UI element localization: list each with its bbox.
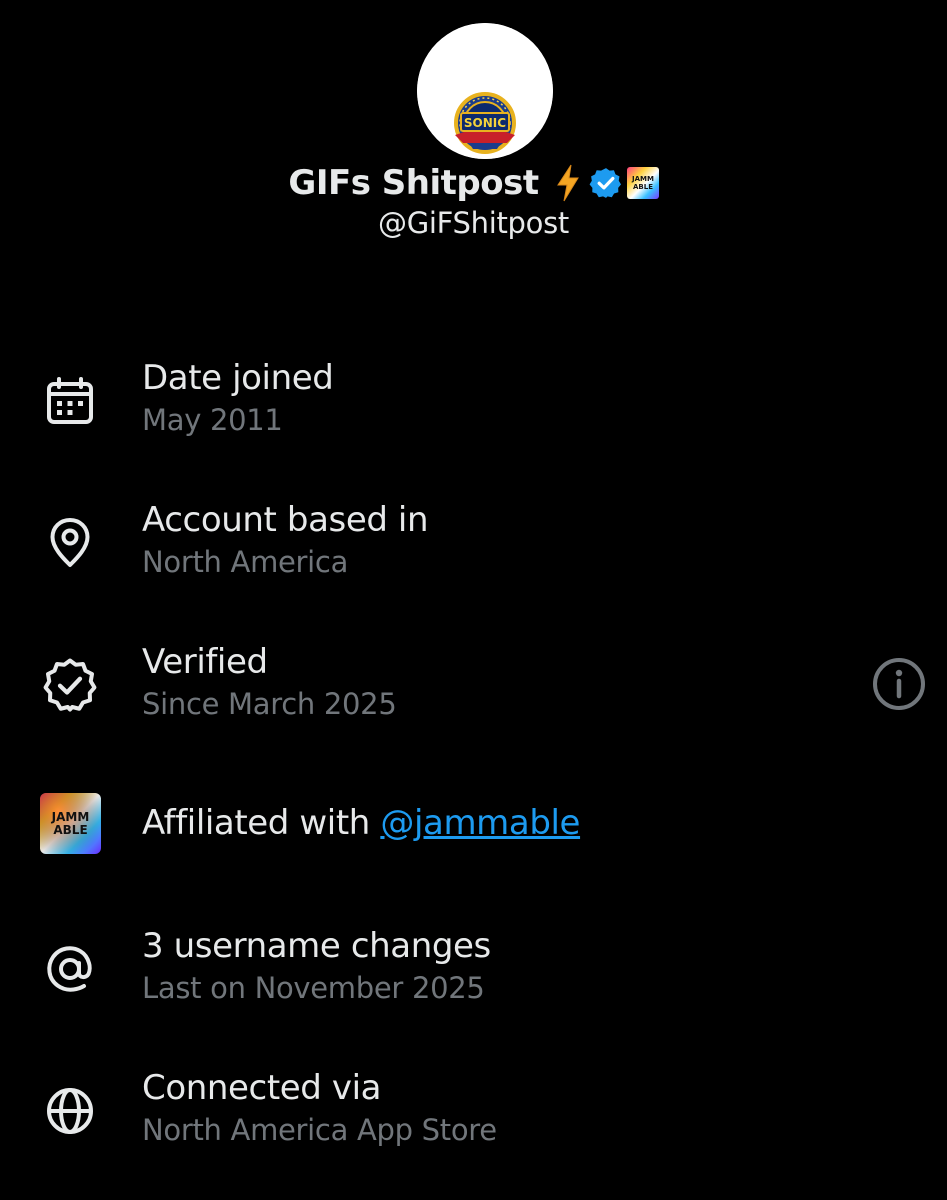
- affiliated-line: Affiliated with @jammable: [142, 802, 580, 844]
- connected-via-value: North America App Store: [142, 1113, 497, 1147]
- connected-via-text: Connected via North America App Store: [142, 1067, 497, 1151]
- globe-icon: [40, 1081, 100, 1141]
- info-row-verified: Verified Since March 2025: [0, 641, 947, 741]
- affiliated-text: Affiliated with @jammable: [142, 802, 580, 844]
- display-name: GIFs Shitpost: [288, 163, 539, 203]
- jammable-logo[interactable]: JAMM ABLE: [40, 793, 101, 854]
- verified-badge-icon[interactable]: [589, 166, 623, 200]
- location-pin-icon: [40, 513, 100, 573]
- info-row-affiliated: JAMM ABLE Affiliated with @jammable: [0, 790, 947, 890]
- info-row-connected-via: Connected via North America App Store: [0, 1067, 947, 1167]
- account-based-in-value: North America: [142, 545, 349, 579]
- name-badges: JAMM ABLE: [555, 164, 659, 202]
- lightning-icon: [555, 164, 581, 202]
- account-based-in-label: Account based in: [142, 500, 429, 540]
- verified-label: Verified: [142, 642, 268, 682]
- avatar[interactable]: SONIC: [417, 23, 553, 159]
- username-changes-text: 3 username changes Last on November 2025: [142, 925, 491, 1009]
- account-based-in-text: Account based in North America: [142, 499, 429, 583]
- jammable-affiliate-badge[interactable]: JAMM ABLE: [626, 167, 659, 199]
- svg-text:ABLE: ABLE: [633, 183, 653, 191]
- affiliated-account-link[interactable]: @jammable: [380, 803, 580, 843]
- handle: @GiFShitpost: [378, 206, 569, 240]
- affiliated-label: Affiliated with: [142, 803, 370, 843]
- info-row-date-joined: Date joined May 2011: [0, 357, 947, 457]
- avatar-logo-text: SONIC: [464, 116, 506, 130]
- info-row-username-changes: 3 username changes Last on November 2025: [0, 925, 947, 1025]
- calendar-icon: [40, 371, 100, 431]
- username-changes-label: 3 username changes: [142, 926, 491, 966]
- at-sign-icon: [40, 939, 100, 999]
- jammable-logo-line2: ABLE: [53, 823, 87, 837]
- date-joined-text: Date joined May 2011: [142, 357, 334, 441]
- verified-since-value: Since March 2025: [142, 687, 397, 721]
- date-joined-label: Date joined: [142, 358, 334, 398]
- info-row-account-based-in: Account based in North America: [0, 499, 947, 599]
- name-row: GIFs Shitpost JAMM ABLE: [0, 160, 947, 206]
- username-changes-value: Last on November 2025: [142, 971, 485, 1005]
- date-joined-value: May 2011: [142, 403, 283, 437]
- profile-header: SONIC GIFs Shitpost JAMM ABLE @GiFShitpo…: [0, 0, 947, 260]
- verified-text: Verified Since March 2025: [142, 641, 397, 725]
- sonic-logo-image: SONIC: [417, 23, 553, 159]
- jammable-logo-line1: JAMM: [51, 810, 90, 824]
- verified-badge-outline-icon: [40, 655, 100, 715]
- info-icon[interactable]: [870, 655, 928, 713]
- svg-text:JAMM: JAMM: [631, 175, 654, 183]
- connected-via-label: Connected via: [142, 1068, 382, 1108]
